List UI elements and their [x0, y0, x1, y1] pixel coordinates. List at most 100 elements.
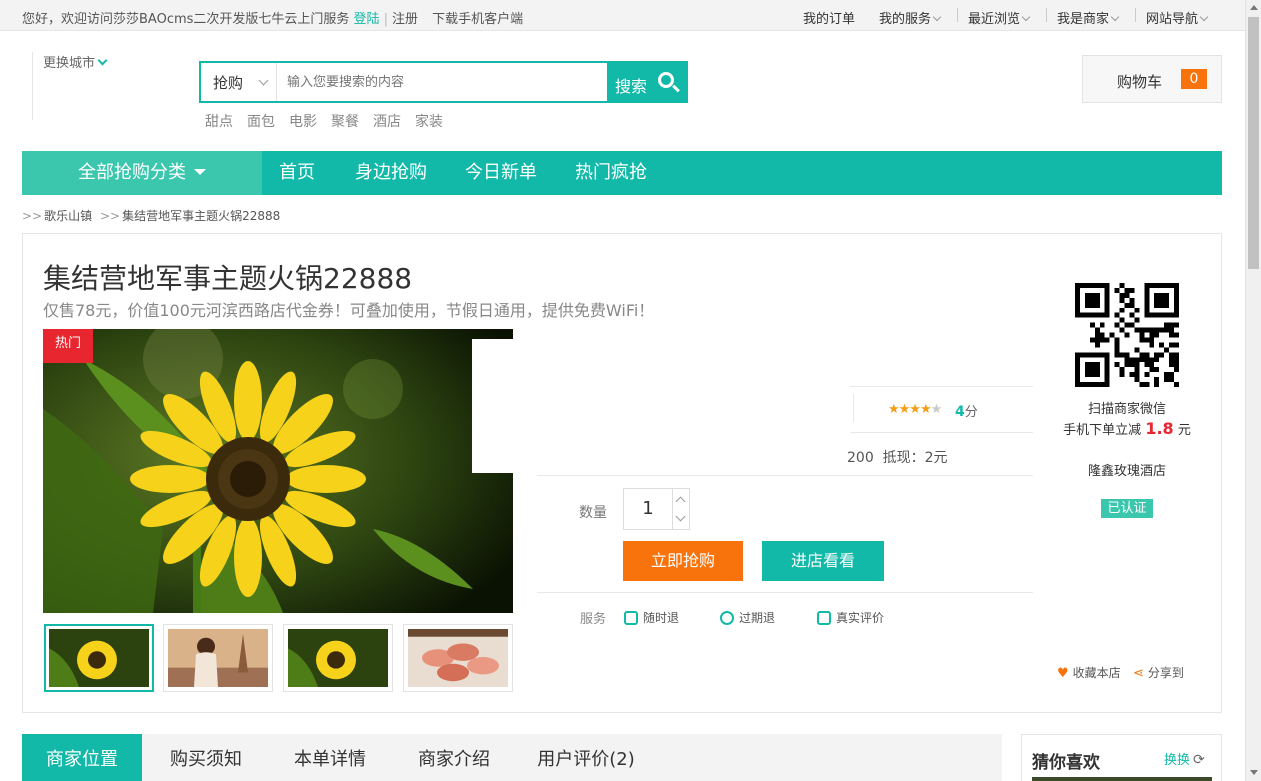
login-link[interactable]: 登陆 [354, 12, 380, 27]
service-anytime-refund: 随时退 [624, 609, 679, 626]
thumbnail[interactable] [44, 624, 154, 692]
chevron-down-icon [1021, 12, 1031, 22]
breadcrumb-item[interactable]: 歌乐山镇 [44, 209, 92, 223]
clock-refund-icon [720, 611, 734, 625]
nav-item-nearby[interactable]: 身边抢购 [355, 151, 427, 195]
site-nav-menu[interactable]: 网站导航 [1146, 8, 1209, 27]
site-nav-label: 网站导航 [1146, 12, 1199, 27]
scroll-down-icon[interactable] [1250, 770, 1258, 775]
hot-words: 甜点 面包 电影 聚餐 酒店 家装 [205, 111, 457, 131]
tab-merchant-intro[interactable]: 商家介绍 [402, 734, 506, 781]
tab-location[interactable]: 商家位置 [22, 734, 142, 781]
scrollbar-thumb[interactable] [1248, 17, 1259, 269]
stepper-arrows [672, 489, 689, 529]
divider [537, 592, 1033, 593]
scrollbar[interactable] [1245, 0, 1261, 781]
image-overlay-blank [472, 339, 542, 473]
top-bar-left: 您好，欢迎访问莎莎BAOcms二次开发版七牛云上门服务 登陆 | 注册 下载手机客户… [22, 12, 524, 27]
verified-badge: 已认证 [1101, 499, 1153, 518]
tab-notice[interactable]: 购买须知 [154, 734, 258, 781]
search-type-label: 抢购 [213, 74, 244, 92]
decrease-arrow-icon[interactable] [675, 511, 686, 522]
all-categories-label: 全部抢购分类 [78, 162, 186, 183]
nav-item-home[interactable]: 首页 [279, 151, 315, 195]
change-city-button[interactable]: 更换城市 [32, 52, 132, 120]
search-button[interactable]: 搜索 [607, 63, 686, 101]
rating-stars: ★★★★★ [888, 402, 942, 417]
favorite-shop-link[interactable]: ♥ 收藏本店 [1057, 664, 1121, 681]
divider [1046, 8, 1047, 22]
cash-info: 200 抵现：2元 [847, 447, 948, 467]
recent-menu[interactable]: 最近浏览 [968, 8, 1031, 27]
chevron-down-icon [1199, 12, 1209, 22]
quantity-label: 数量 [579, 505, 607, 521]
cash-label: 抵现： [882, 450, 925, 466]
sunflower-image [43, 329, 513, 613]
tab-reviews[interactable]: 用户评价(2) [526, 734, 646, 781]
increase-arrow-icon[interactable] [675, 496, 686, 507]
visit-shop-button[interactable]: 进店看看 [762, 541, 884, 581]
merchant-name[interactable]: 隆鑫玫瑰酒店 [1027, 460, 1227, 479]
hot-word[interactable]: 家装 [415, 114, 443, 130]
divider [853, 394, 854, 422]
register-link[interactable]: 注册 [392, 12, 418, 27]
caret-down-icon [194, 169, 206, 175]
my-services-menu[interactable]: 我的服务 [879, 8, 942, 27]
chevron-down-icon [932, 12, 942, 22]
service-label: 服务 [580, 612, 607, 627]
refresh-button[interactable]: 换换 ⟳ [1164, 749, 1205, 768]
hot-word[interactable]: 电影 [289, 114, 317, 130]
qr-code [1075, 283, 1179, 387]
quantity-input[interactable]: 1 [624, 489, 672, 529]
merchant-menu[interactable]: 我是商家 [1057, 8, 1120, 27]
nav-item-today[interactable]: 今日新单 [465, 151, 537, 195]
divider [1135, 8, 1136, 22]
divider [957, 8, 958, 22]
refresh-icon: ⟳ [1193, 752, 1205, 768]
cart-label: 购物车 [1117, 73, 1163, 91]
search-input[interactable] [287, 72, 597, 92]
product-main-image[interactable] [43, 329, 513, 613]
search-type-select[interactable]: 抢购 [201, 63, 277, 101]
thumbnail[interactable] [403, 624, 513, 692]
hot-word[interactable]: 甜点 [205, 114, 233, 130]
all-categories-button[interactable]: 全部抢购分类 [22, 151, 262, 195]
main-nav: 全部抢购分类 首页 身边抢购 今日新单 热门疯抢 [22, 151, 1222, 195]
my-services-label: 我的服务 [879, 12, 932, 27]
buy-now-button[interactable]: 立即抢购 [623, 541, 743, 581]
sunflower-thumbnail [49, 629, 149, 687]
scroll-up-icon[interactable] [1250, 5, 1258, 10]
cash-partial: 200 [847, 450, 874, 466]
tab-details[interactable]: 本单详情 [278, 734, 382, 781]
chevron-down-icon [97, 55, 108, 66]
hot-word[interactable]: 聚餐 [331, 114, 359, 130]
search-button-label: 搜索 [615, 77, 648, 96]
my-orders-link[interactable]: 我的订单 [803, 8, 855, 27]
thumbnail[interactable] [283, 624, 393, 692]
breadcrumb-current: 集结营地军事主题火锅22888 [122, 209, 281, 223]
share-link[interactable]: ⋖ 分享到 [1133, 664, 1184, 681]
cart-count-badge: 0 [1181, 69, 1207, 89]
search-icon [658, 72, 674, 88]
cart-button[interactable]: 购物车 0 [1082, 55, 1222, 103]
meat-rolls-thumbnail [408, 629, 508, 687]
nav-item-hot[interactable]: 热门疯抢 [575, 151, 647, 195]
search-bar: 抢购 搜索 [199, 61, 688, 103]
breadcrumb: >> 歌乐山镇 >> 集结营地军事主题火锅22888 [22, 209, 281, 223]
cash-value: 2元 [924, 450, 948, 466]
detail-tabs: 商家位置 购买须知 本单详情 商家介绍 用户评价(2) [22, 734, 1002, 781]
heart-icon: ♥ [1057, 666, 1069, 681]
download-app-link[interactable]: 下载手机客户端 [432, 12, 523, 27]
hot-word[interactable]: 面包 [247, 114, 275, 130]
hot-word[interactable]: 酒店 [373, 114, 401, 130]
product-title: 集结营地军事主题火锅22888 [43, 262, 413, 295]
mobile-discount: 手机下单立减 1.8 元 [1063, 419, 1191, 438]
divider [537, 475, 1033, 476]
divider [850, 386, 1033, 387]
guess-title: 猜你喜欢 [1032, 753, 1100, 773]
service-real-review: 真实评价 [817, 609, 884, 626]
thumbnail[interactable] [163, 624, 273, 692]
hot-badge: 热门 [43, 329, 93, 363]
change-city-label: 更换城市 [43, 56, 96, 71]
guess-item-image[interactable] [1032, 777, 1212, 781]
